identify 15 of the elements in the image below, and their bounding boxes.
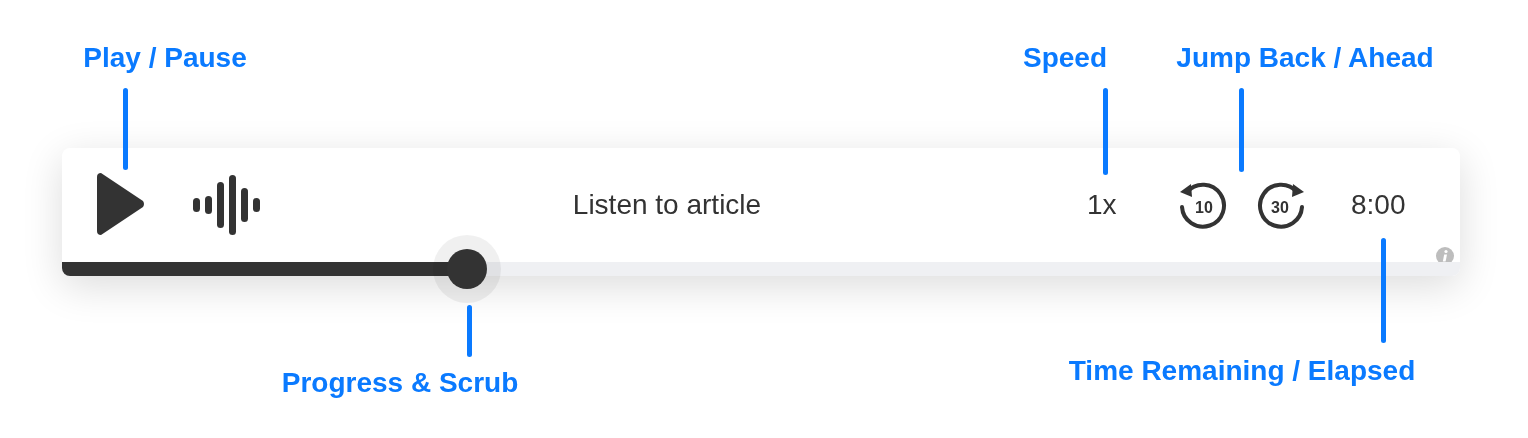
callout-label: Speed xyxy=(1023,42,1107,74)
progress-track[interactable] xyxy=(62,262,1460,276)
jump-ahead-button[interactable]: 30 xyxy=(1257,180,1307,230)
speed-button[interactable]: 1x xyxy=(1087,189,1121,221)
waveform-icon[interactable] xyxy=(193,175,263,235)
article-title: Listen to article xyxy=(571,189,763,221)
callout-label: Play / Pause xyxy=(83,42,247,74)
leader-line xyxy=(466,305,472,357)
scrub-thumb[interactable] xyxy=(447,249,488,289)
play-icon[interactable] xyxy=(97,173,145,235)
callout-label: Jump Back / Ahead xyxy=(1176,42,1434,74)
jump-back-button[interactable]: 10 xyxy=(1177,180,1227,230)
callout-label: Progress & Scrub xyxy=(281,367,519,399)
callout-label: Time Remaining / Elapsed xyxy=(1068,355,1416,387)
time-remaining[interactable]: 8:00 xyxy=(1351,189,1406,221)
